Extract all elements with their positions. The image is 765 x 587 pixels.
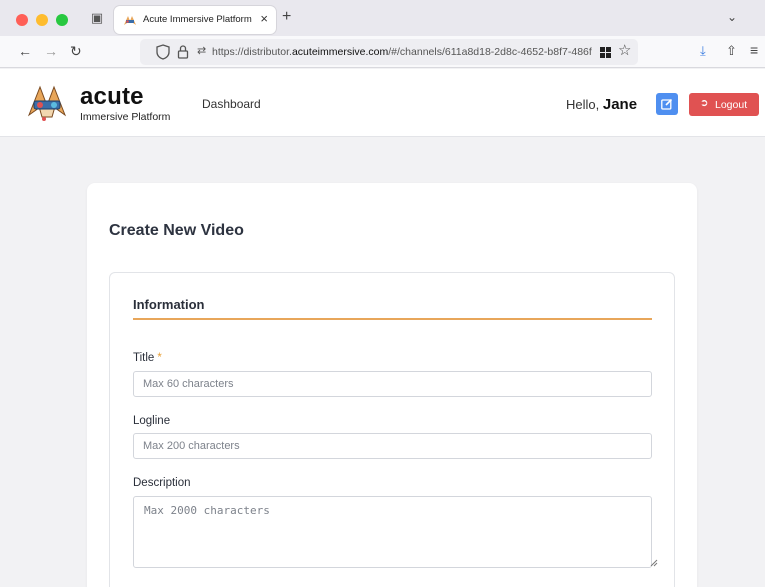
tab-title: Acute Immersive Platform [143, 14, 252, 25]
page-title: Create New Video [109, 222, 244, 239]
browser-navigation-bar: ← → ↻ ⇄ https://distributor.acuteimmersi… [0, 36, 765, 68]
address-bar[interactable]: ⇄ https://distributor.acuteimmersive.com… [140, 39, 638, 65]
qr-grid-icon[interactable] [600, 47, 611, 58]
create-video-card: Create New Video Information Title* Logl… [87, 183, 697, 587]
title-input[interactable] [133, 371, 652, 397]
logline-input[interactable] [133, 433, 652, 459]
title-field-label: Title * [133, 352, 162, 364]
description-field-label: Description [133, 477, 191, 489]
reload-icon[interactable]: ↻ [70, 42, 82, 60]
logout-button[interactable]: ➲ Logout [689, 93, 759, 116]
shield-icon[interactable] [156, 44, 170, 60]
user-name: Jane [602, 96, 638, 113]
menu-icon[interactable]: ≡ [750, 42, 758, 58]
textarea-resize-handle[interactable] [650, 559, 658, 567]
window-zoom-button[interactable] [56, 14, 68, 26]
forward-arrow-icon[interactable]: → [44, 42, 58, 60]
section-divider [133, 318, 652, 320]
url-text[interactable]: https://distributor.acuteimmersive.com/#… [212, 46, 592, 58]
information-section: Information Title* Logline Description [109, 272, 675, 587]
brand-name[interactable]: acute [80, 85, 144, 109]
edit-profile-button[interactable] [656, 93, 678, 115]
share-icon[interactable]: ⇧ [726, 43, 737, 59]
tab-close-icon[interactable]: × [260, 12, 268, 26]
greeting-text: Hello, [566, 97, 600, 112]
app-header: acute Immersive Platform Dashboard Hello… [0, 69, 765, 137]
new-tab-icon[interactable]: + [282, 9, 291, 25]
url-prefix: https://distributor. [212, 46, 292, 58]
permissions-icon[interactable]: ⇄ [197, 44, 206, 57]
back-arrow-icon[interactable]: ← [18, 42, 32, 60]
logline-field-label: Logline [133, 415, 171, 427]
acute-logo-icon[interactable] [26, 83, 68, 123]
section-title: Information [133, 297, 205, 312]
browser-tab-bar: ▣ Acute Immersive Platform × + ⌄ [0, 0, 765, 36]
brand-subtitle: Immersive Platform [80, 111, 171, 123]
url-domain: acuteimmersive.com [291, 46, 389, 58]
acute-favicon-icon [124, 16, 136, 25]
window-minimize-button[interactable] [36, 14, 48, 26]
lock-icon[interactable] [177, 44, 189, 60]
window-close-button[interactable] [16, 14, 28, 26]
user-greeting: Hello, Jane [566, 96, 637, 113]
tab-overview-icon[interactable]: ▣ [89, 10, 105, 26]
nav-dashboard-link[interactable]: Dashboard [202, 97, 261, 111]
download-icon[interactable]: ⤓ [700, 43, 706, 59]
tab-list-chevron-icon[interactable]: ⌄ [727, 10, 737, 24]
description-textarea[interactable] [133, 496, 652, 568]
logout-label: Logout [715, 99, 748, 111]
star-icon[interactable]: ☆ [618, 43, 631, 59]
title-label-text: Title [133, 352, 155, 364]
logout-icon: ➲ [700, 98, 709, 109]
browser-tab-active[interactable]: Acute Immersive Platform × [114, 6, 276, 34]
edit-icon [661, 98, 673, 110]
url-path: /#/channels/611a8d18-2d8c-4652-b8f7-486f… [388, 46, 592, 58]
required-marker: * [157, 352, 162, 364]
